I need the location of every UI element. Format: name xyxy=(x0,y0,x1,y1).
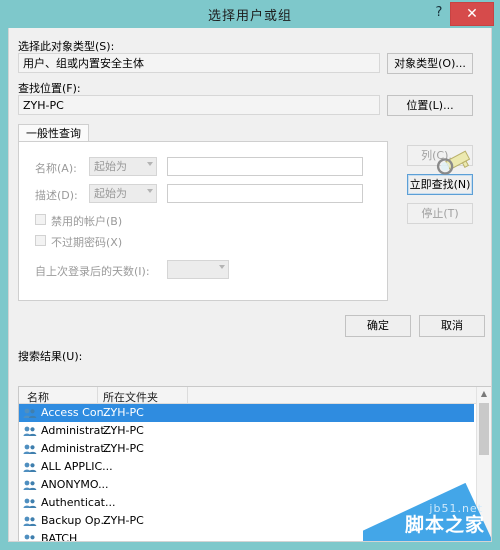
dialog-client-area: 选择此对象类型(S): 用户、组或内置安全主体 对象类型(O)... 查找位置(… xyxy=(8,28,492,542)
chevron-down-icon xyxy=(147,162,153,166)
column-header-name[interactable]: 名称 xyxy=(27,389,49,405)
list-scrollbar[interactable]: ▲ ▼ xyxy=(476,387,491,541)
dialog-window: 选择用户或组 ? ✕ 选择此对象类型(S): 用户、组或内置安全主体 对象类型(… xyxy=(0,0,500,550)
row-folder: ZYH-PC xyxy=(103,514,144,527)
name-condition-value: 起始为 xyxy=(94,160,127,173)
description-condition-select[interactable]: 起始为 xyxy=(89,184,157,203)
row-name: BATCH xyxy=(41,532,78,542)
location-button[interactable]: 位置(L)... xyxy=(387,95,473,116)
name-condition-select[interactable]: 起始为 xyxy=(89,157,157,176)
scrollbar-thumb[interactable] xyxy=(479,403,489,455)
ok-button[interactable]: 确定 xyxy=(345,315,411,337)
days-since-logon-label: 自上次登录后的天数(I): xyxy=(35,265,150,278)
chevron-down-icon xyxy=(147,189,153,193)
query-panel: 名称(A): 起始为 描述(D): 起始为 禁用的帐户(B) 不过期密码(X) … xyxy=(18,141,388,301)
row-name: Backup Op... xyxy=(41,514,111,527)
row-name: ALL APPLIC... xyxy=(41,460,113,473)
title-bar: 选择用户或组 ? ✕ xyxy=(0,0,500,28)
object-type-label: 选择此对象类型(S): xyxy=(18,40,115,53)
close-icon[interactable]: ✕ xyxy=(450,2,494,26)
stop-button[interactable]: 停止(T) xyxy=(407,203,473,224)
object-types-button[interactable]: 对象类型(O)... xyxy=(387,53,473,74)
non-expiring-password-label: 不过期密码(X) xyxy=(51,236,123,249)
help-icon[interactable]: ? xyxy=(430,3,448,23)
description-input[interactable] xyxy=(167,184,363,203)
location-label: 查找位置(F): xyxy=(18,82,81,95)
description-label: 描述(D): xyxy=(35,189,78,202)
cancel-button[interactable]: 取消 xyxy=(419,315,485,337)
column-header-folder[interactable]: 所在文件夹 xyxy=(103,389,158,405)
table-row[interactable]: ANONYMO... xyxy=(19,476,474,494)
window-title: 选择用户或组 xyxy=(207,9,292,24)
column-divider[interactable] xyxy=(187,387,188,404)
group-icon xyxy=(23,408,37,418)
days-since-logon-select[interactable] xyxy=(167,260,229,279)
table-row[interactable]: Access Con... ZYH-PC xyxy=(19,404,474,422)
non-expiring-password-checkbox[interactable] xyxy=(35,235,46,246)
disabled-accounts-label: 禁用的帐户(B) xyxy=(51,215,123,228)
group-icon xyxy=(23,462,37,472)
search-results-list[interactable]: 名称 所在文件夹 Access Con... ZYH-PC Administrat.… xyxy=(18,386,491,542)
row-folder: ZYH-PC xyxy=(103,406,144,419)
row-folder: ZYH-PC xyxy=(103,424,144,437)
list-rows: Access Con... ZYH-PC Administrat... ZYH-PC A… xyxy=(19,404,474,542)
table-row[interactable]: Administrat... ZYH-PC xyxy=(19,422,474,440)
group-icon xyxy=(23,444,37,454)
column-divider[interactable] xyxy=(97,387,98,404)
table-row[interactable]: BATCH xyxy=(19,530,474,542)
name-label: 名称(A): xyxy=(35,162,77,175)
group-icon xyxy=(23,426,37,436)
table-row[interactable]: Authenticat... xyxy=(19,494,474,512)
group-icon xyxy=(23,480,37,490)
name-input[interactable] xyxy=(167,157,363,176)
disabled-accounts-checkbox[interactable] xyxy=(35,214,46,225)
scroll-up-icon[interactable]: ▲ xyxy=(477,387,491,401)
description-condition-value: 起始为 xyxy=(94,187,127,200)
key-search-icon xyxy=(431,144,477,184)
group-icon xyxy=(23,498,37,508)
tab-common-query[interactable]: 一般性查询 xyxy=(18,124,89,142)
search-results-label: 搜索结果(U): xyxy=(18,350,83,363)
query-tabstrip: 一般性查询 xyxy=(18,124,388,142)
row-name: Authenticat... xyxy=(41,496,116,509)
table-row[interactable]: Backup Op... ZYH-PC xyxy=(19,512,474,530)
group-icon xyxy=(23,516,37,526)
table-row[interactable]: ALL APPLIC... xyxy=(19,458,474,476)
chevron-down-icon xyxy=(219,265,225,269)
group-icon xyxy=(24,534,35,540)
row-folder: ZYH-PC xyxy=(103,442,144,455)
object-type-field[interactable]: 用户、组或内置安全主体 xyxy=(18,53,380,73)
row-name: ANONYMO... xyxy=(41,478,109,491)
list-column-header: 名称 所在文件夹 xyxy=(19,387,491,404)
location-field[interactable]: ZYH-PC xyxy=(18,95,380,115)
table-row[interactable]: Administrat... ZYH-PC xyxy=(19,440,474,458)
